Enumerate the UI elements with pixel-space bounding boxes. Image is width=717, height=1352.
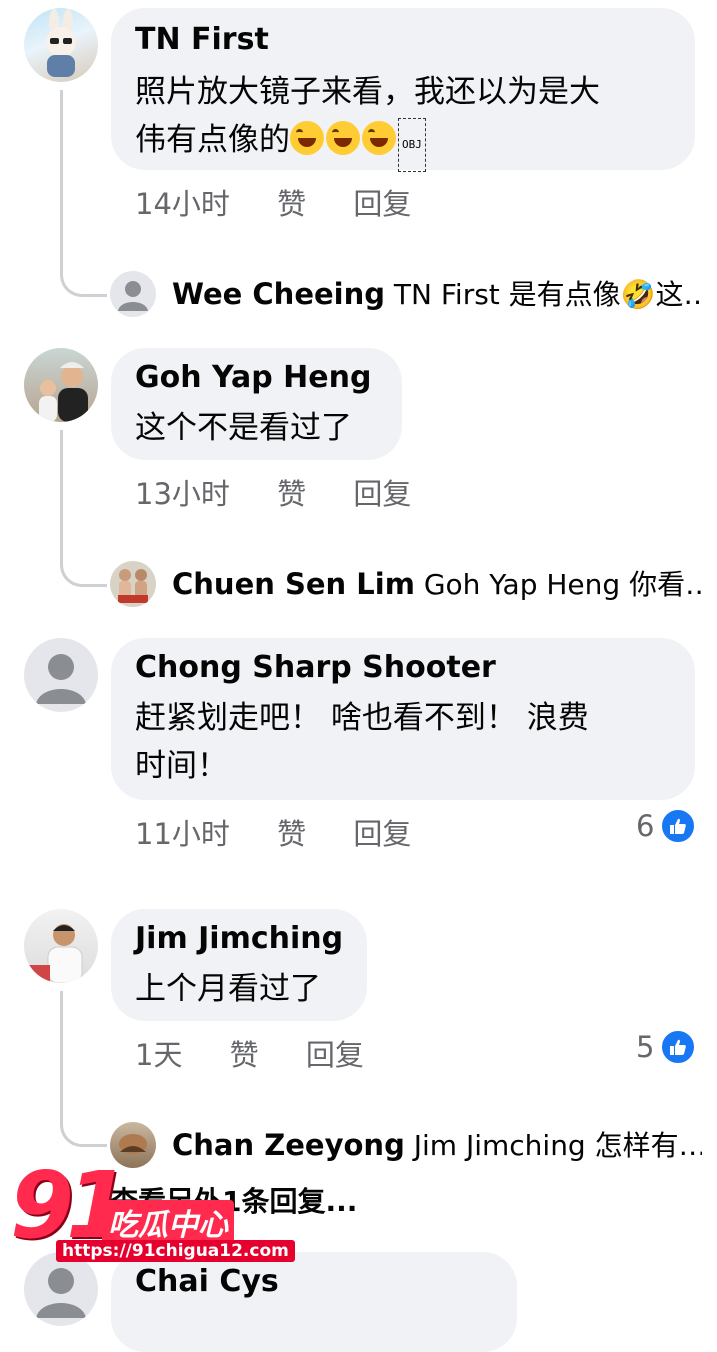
comment-actions: 13小时 赞 回复 <box>135 474 411 514</box>
avatar-image <box>39 362 88 422</box>
default-avatar-icon[interactable] <box>110 271 156 317</box>
comment-text-line: 照片放大镜子来看，我还以为是大 <box>135 74 600 110</box>
commenter-name[interactable]: Goh Yap Heng <box>135 358 371 398</box>
comment-bubble: Goh Yap Heng 这个不是看过了 <box>111 348 402 460</box>
like-thumb-icon <box>660 1029 697 1065</box>
thread-elbow <box>60 1100 107 1147</box>
comment-bubble: Chai Cys <box>111 1252 517 1352</box>
like-count: 6 <box>636 809 655 843</box>
reply-preview[interactable]: Wee Cheeing TN First 是有点像🤣这… <box>172 274 702 315</box>
comment-text: 赶紧划走吧！ 啥也看不到！ 浪费 时间！ <box>135 694 695 790</box>
comment-time: 13小时 <box>135 477 230 511</box>
reply-preview[interactable]: Chuen Sen Lim Goh Yap Heng 你看… <box>172 564 702 605</box>
avatar-image <box>28 924 83 983</box>
obj-placeholder: OBJ <box>398 118 426 172</box>
like-button[interactable]: 赞 <box>277 814 306 854</box>
like-button[interactable]: 赞 <box>277 184 306 224</box>
reply-button[interactable]: 回复 <box>306 1035 364 1075</box>
comment-text: 照片放大镜子来看，我还以为是大 伟有点像的 OBJ <box>135 68 695 172</box>
avatar[interactable] <box>24 8 98 82</box>
comment-text-line: 时间！ <box>135 748 228 784</box>
avatar[interactable] <box>24 909 98 983</box>
laughing-emoji-icon <box>326 121 360 155</box>
watermark-url: https://91chigua12.com <box>56 1240 295 1262</box>
avatar-image <box>46 9 76 77</box>
commenter-name[interactable]: Chai Cys <box>135 1262 279 1302</box>
watermark-brand: 吃瓜中心 <box>102 1200 234 1244</box>
avatar[interactable] <box>110 561 156 607</box>
comment-text-segment: 伟有点像的 <box>135 122 290 158</box>
thread-line <box>60 991 63 1100</box>
comment-actions: 1天 赞 回复 <box>135 1035 364 1075</box>
reaction-count[interactable]: 6 <box>636 808 697 844</box>
comment-bubble: Jim Jimching 上个月看过了 <box>111 909 367 1021</box>
commenter-name[interactable]: Jim Jimching <box>135 919 343 959</box>
reply-author: Wee Cheeing <box>172 277 385 311</box>
reaction-count[interactable]: 5 <box>636 1029 697 1065</box>
avatar[interactable] <box>24 348 98 422</box>
laughing-emoji-icon <box>290 121 324 155</box>
comment-time: 1天 <box>135 1038 183 1072</box>
comment-text-line: 赶紧划走吧！ 啥也看不到！ 浪费 <box>135 700 589 736</box>
default-avatar-icon[interactable] <box>24 638 98 712</box>
laughing-emoji-icon <box>362 121 396 155</box>
comment-text: 上个月看过了 <box>135 971 321 1007</box>
watermark-logo: 91 吃瓜中心 https://91chigua12.com <box>10 1152 295 1266</box>
thread-elbow <box>60 250 107 297</box>
reply-preview[interactable]: Chan Zeeyong Jim Jimching 怎样有… <box>172 1125 702 1166</box>
comment-actions: 11小时 赞 回复 <box>135 814 411 854</box>
commenter-name[interactable]: TN First <box>135 20 269 60</box>
reply-button[interactable]: 回复 <box>353 184 411 224</box>
like-count: 5 <box>636 1030 655 1064</box>
like-thumb-icon <box>660 808 697 844</box>
reply-snippet: Goh Yap Heng 你看… <box>414 568 702 601</box>
reply-snippet: Jim Jimching 怎样有… <box>404 1129 702 1162</box>
commenter-name[interactable]: Chong Sharp Shooter <box>135 648 496 688</box>
comment-time: 14小时 <box>135 187 230 221</box>
like-button[interactable]: 赞 <box>230 1035 259 1075</box>
comment-actions: 14小时 赞 回复 <box>135 184 411 224</box>
reply-author: Chuen Sen Lim <box>172 567 415 601</box>
thread-line <box>60 430 63 540</box>
comment-text-line: 伟有点像的 OBJ <box>135 116 695 172</box>
thread-line <box>60 90 63 250</box>
reply-snippet: TN First 是有点像🤣这… <box>385 278 702 311</box>
comment-bubble: Chong Sharp Shooter 赶紧划走吧！ 啥也看不到！ 浪费 时间！ <box>111 638 695 800</box>
comment-text: 这个不是看过了 <box>135 410 352 446</box>
comment-time: 11小时 <box>135 817 230 851</box>
reply-author: Chan Zeeyong <box>172 1128 405 1162</box>
like-button[interactable]: 赞 <box>277 474 306 514</box>
comment-bubble: TN First 照片放大镜子来看，我还以为是大 伟有点像的 OBJ <box>111 8 695 172</box>
reply-button[interactable]: 回复 <box>353 814 411 854</box>
reply-button[interactable]: 回复 <box>353 474 411 514</box>
thread-elbow <box>60 540 107 587</box>
